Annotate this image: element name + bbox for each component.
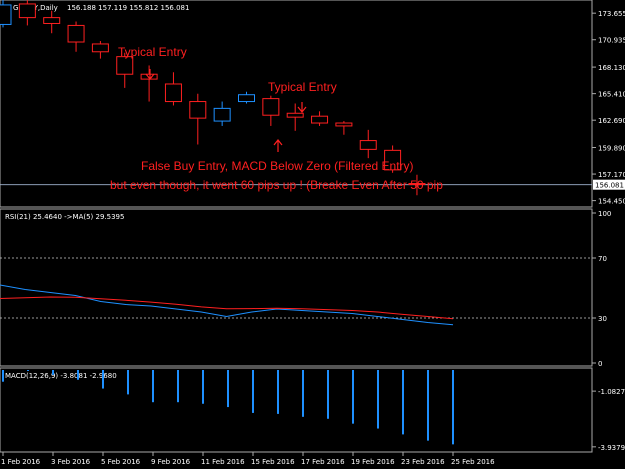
macd-bar [427,370,429,441]
candle-body [91,43,109,53]
price-tick-label: 170.935 [598,37,625,45]
price-tick-label: 159.890 [598,145,625,153]
macd-tick-label: -3.9379 [598,444,625,452]
time-tick-label: 17 Feb 2016 [301,458,345,466]
macd-bar [377,370,379,429]
candle-body [238,94,255,103]
arrow-down-icon [297,102,307,113]
false-buy-label-line1: False Buy Entry, MACD Below Zero (Filter… [141,159,414,173]
rsi-tick-label: 70 [598,255,607,263]
price-axis: 173.655 170.935 168.130 165.410 162.690 159.8… [0,10,625,206]
time-tick-label: 3 Feb 2016 [51,458,91,466]
candle-body [262,98,280,116]
rsi-ma-line [0,296,454,320]
rsi-line [0,284,454,326]
false-buy-label-line2: but even though, it went 60 pips up ! (B… [110,178,443,192]
candle-body [43,17,61,24]
rsi-panel-border [0,208,593,367]
macd-bar [102,370,104,389]
macd-axis: -1.0827 -3.9379 [592,388,625,452]
macd-bar [402,370,404,435]
rsi-axis: 100 70 30 0 [0,210,611,368]
rsi-lines [0,284,454,326]
time-tick-label: 25 Feb 2016 [451,458,495,466]
candle-body [0,4,12,25]
macd-bar [227,370,229,408]
time-tick-label: 9 Feb 2016 [151,458,191,466]
candle-body [286,112,304,118]
rsi-label: RSI(21) 25.4640 ->MA(5) 29.5395 [5,213,124,221]
macd-bar [202,370,204,404]
rsi-tick-label: 100 [598,210,611,218]
candle-body [311,115,329,124]
time-tick-label: 5 Feb 2016 [101,458,141,466]
macd-bar [27,370,29,371]
price-tick-label: 162.690 [598,117,625,125]
time-tick-label: 19 Feb 2016 [351,458,395,466]
macd-bar [52,370,54,375]
candle-body [116,56,134,75]
typical-entry-label-2: Typical Entry [268,80,337,94]
macd-label: MACD(12,26,9) -3.8081 -2.9680 [5,372,117,380]
macd-bar [77,370,79,380]
macd-histogram [2,370,454,445]
macd-bar [352,370,354,424]
macd-bar [177,370,179,403]
macd-bar [277,370,279,414]
price-panel-border [0,0,593,208]
macd-panel [0,367,593,453]
arrow-up-icon [273,139,283,152]
macd-panel-border [0,367,593,453]
macd-bar [127,370,129,395]
macd-bar [2,370,4,382]
price-tick-label: 154.450 [598,198,625,206]
price-panel [0,0,593,208]
typical-entry-label-1: Typical Entry [118,45,187,59]
price-tick-label: 168.130 [598,64,625,72]
ohlc-label: 156.188 157.119 155.812 156.081 [67,4,189,12]
time-axis: 1 Feb 2016 3 Feb 2016 5 Feb 2016 9 Feb 2016… [1,452,495,466]
macd-bar [252,370,254,413]
candle-body [359,140,377,150]
macd-bar [152,370,154,403]
candle-body [18,3,36,19]
rsi-panel [0,208,593,367]
candle-body [213,107,231,122]
candle-body [67,24,85,43]
candle-body [164,83,182,103]
macd-bar [452,370,454,445]
price-tick-label: 157.170 [598,171,625,179]
macd-bar [302,370,304,417]
time-tick-label: 15 Feb 2016 [251,458,295,466]
time-tick-label: 1 Feb 2016 [1,458,41,466]
chart-canvas: GBPJPY,Daily 156.188 157.119 155.812 156… [0,0,625,466]
candle-body [335,122,353,127]
candle-body [189,101,207,119]
price-tick-label: 173.655 [598,10,625,18]
time-tick-label: 11 Feb 2016 [201,458,245,466]
rsi-tick-label: 30 [598,315,607,323]
time-tick-label: 23 Feb 2016 [401,458,445,466]
macd-tick-label: -1.0827 [598,388,625,396]
macd-bar [327,370,329,419]
current-price-label: 156.081 [595,182,624,190]
rsi-tick-label: 0 [598,360,602,368]
price-tick-label: 165.410 [598,91,625,99]
